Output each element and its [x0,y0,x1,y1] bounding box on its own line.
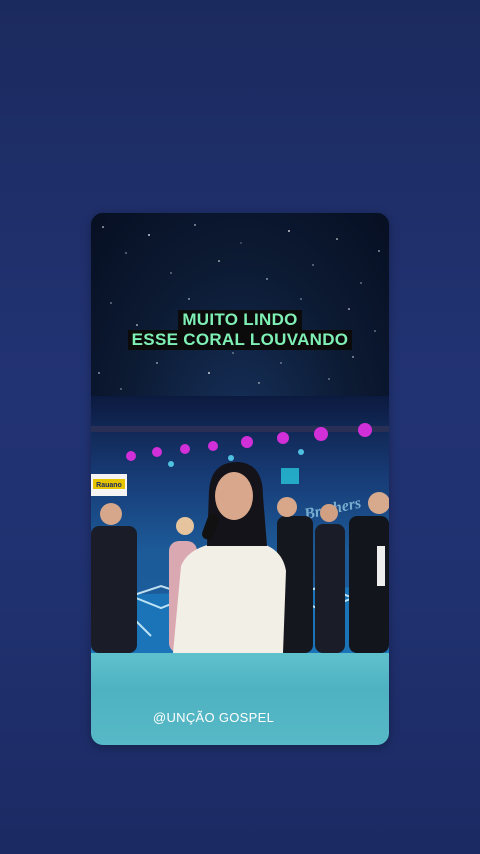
stage-illustration: Rauano Brothers [91,423,389,653]
lead-singer [173,461,286,653]
video-footer: @UNÇÃO GOSPEL [91,653,389,745]
starry-sky: MUITO LINDO ESSE CORAL LOUVANDO [91,213,389,396]
video-card[interactable]: MUITO LINDO ESSE CORAL LOUVANDO Rauano @… [91,213,389,745]
stage-scene: Rauano Brothers [91,396,389,653]
stars-graphic [98,224,380,390]
channel-watermark: @UNÇÃO GOSPEL [153,710,275,725]
stage-sign-text: Rauano [96,482,122,489]
video-caption: MUITO LINDO ESSE CORAL LOUVANDO [91,310,389,350]
caption-line-1: MUITO LINDO [178,310,302,330]
caption-line-2: ESSE CORAL LOUVANDO [127,330,353,350]
